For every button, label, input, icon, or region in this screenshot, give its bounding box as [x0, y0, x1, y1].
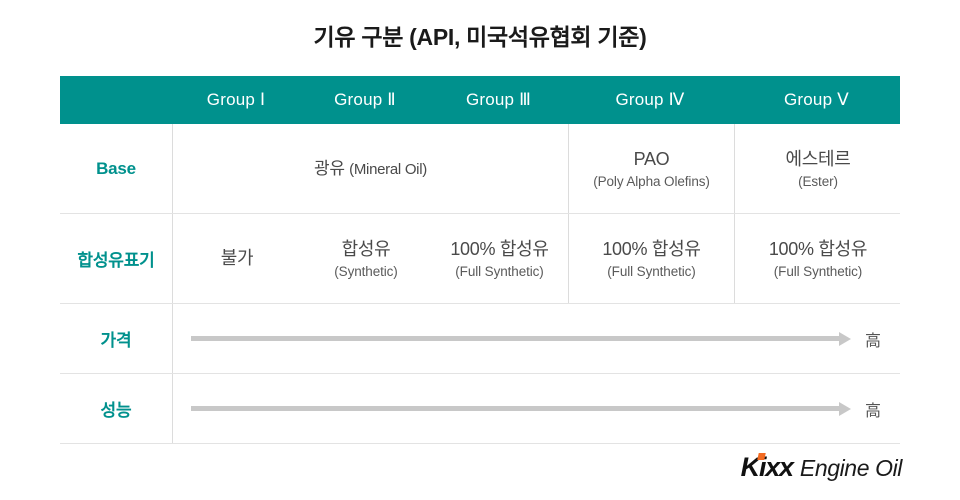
cell-base-ester-sub: (Ester)	[798, 173, 838, 189]
row-label-synthetic-labeling: 합성유표기	[77, 251, 155, 270]
kixx-logo-accent-icon	[756, 453, 766, 460]
cell-base-mineral-oil-main: 광유	[314, 158, 345, 178]
price-trend-arrow: 高	[191, 327, 881, 351]
table-row-synthetic-labeling: 합성유표기 불가 합성유 (Synthetic) 100% 합성유 (Full …	[60, 214, 900, 304]
kixx-logo-mark-text: Kixx	[740, 452, 794, 482]
row-label-base: Base	[96, 158, 136, 178]
column-header-group-3: Group Ⅲ	[465, 90, 532, 109]
table-row-price: 가격 高	[60, 304, 900, 374]
cell-base-mineral-oil-en: (Mineral Oil)	[349, 160, 427, 178]
price-arrow-head-icon	[838, 331, 851, 346]
column-header-group-4: Group Ⅳ	[615, 90, 685, 109]
column-header-group-5: Group Ⅴ	[783, 90, 849, 109]
cell-synthetic-group-3: 100% 합성유 (Full Synthetic)	[431, 214, 568, 303]
cell-base-pao-main: PAO	[633, 149, 670, 170]
cell-synthetic-group-3-main: 100% 합성유	[450, 239, 549, 260]
cell-synthetic-group-4: 100% 합성유 (Full Synthetic)	[568, 214, 734, 303]
performance-arrow-line-icon	[191, 406, 839, 411]
performance-arrow-head-icon	[838, 401, 851, 416]
page-title: 기유 구분 (API, 미국석유협회 기준)	[313, 24, 647, 50]
table-row-performance: 성능 高	[60, 374, 900, 444]
cell-synthetic-group-2-main: 합성유	[341, 239, 391, 260]
cell-base-ester: 에스테르 (Ester)	[734, 124, 901, 213]
row-body-base: 광유 (Mineral Oil) PAO (Poly Alpha Olefins…	[172, 124, 901, 213]
cell-synthetic-group-5: 100% 합성유 (Full Synthetic)	[734, 214, 901, 303]
table-header-corner	[60, 76, 172, 124]
row-body-synthetic-labeling: 불가 합성유 (Synthetic) 100% 합성유 (Full Synthe…	[172, 214, 901, 303]
table-header-row: Group Ⅰ Group Ⅱ Group Ⅲ Group Ⅳ Group Ⅴ	[60, 76, 900, 124]
kixx-engine-oil-logo: Kixx Engine Oil	[740, 452, 903, 483]
cell-synthetic-group-2: 합성유 (Synthetic)	[301, 214, 431, 303]
basestock-comparison-table: Group Ⅰ Group Ⅱ Group Ⅲ Group Ⅳ Group Ⅴ …	[60, 76, 900, 444]
cell-base-mineral-oil: 광유 (Mineral Oil)	[173, 124, 568, 213]
cell-synthetic-group-4-main: 100% 합성유	[602, 239, 701, 260]
cell-synthetic-group-5-main: 100% 합성유	[768, 239, 868, 260]
price-arrow-line-icon	[191, 336, 839, 341]
cell-synthetic-group-1-main: 불가	[220, 248, 254, 269]
cell-synthetic-group-1: 불가	[173, 214, 301, 303]
kixx-logo-wordmark: Engine Oil	[799, 455, 903, 481]
row-label-price: 가격	[100, 331, 132, 350]
infographic-page: 기유 구분 (API, 미국석유협회 기준) Group Ⅰ Group Ⅱ G…	[0, 0, 960, 500]
cell-base-pao: PAO (Poly Alpha Olefins)	[568, 124, 734, 213]
cell-synthetic-group-5-sub: (Full Synthetic)	[773, 263, 863, 279]
kixx-logo-mark: Kixx	[740, 452, 794, 483]
performance-trend-arrow: 高	[191, 397, 881, 421]
table-row-base: Base 광유 (Mineral Oil) PAO (Poly Alpha Ol…	[60, 124, 900, 214]
cell-synthetic-group-4-sub: (Full Synthetic)	[607, 263, 696, 279]
cell-base-pao-sub: (Poly Alpha Olefins)	[593, 173, 710, 189]
cell-base-ester-main: 에스테르	[785, 149, 851, 170]
row-label-performance: 성능	[100, 401, 132, 420]
price-arrow-end-label: 高	[864, 332, 881, 350]
cell-synthetic-group-2-sub: (Synthetic)	[334, 263, 398, 279]
performance-arrow-end-label: 高	[864, 402, 881, 420]
cell-synthetic-group-3-sub: (Full Synthetic)	[455, 263, 544, 279]
row-body-price: 高	[172, 304, 900, 373]
column-header-group-2: Group Ⅱ	[334, 90, 396, 109]
column-header-group-1: Group Ⅰ	[206, 90, 266, 109]
row-body-performance: 高	[172, 374, 900, 443]
